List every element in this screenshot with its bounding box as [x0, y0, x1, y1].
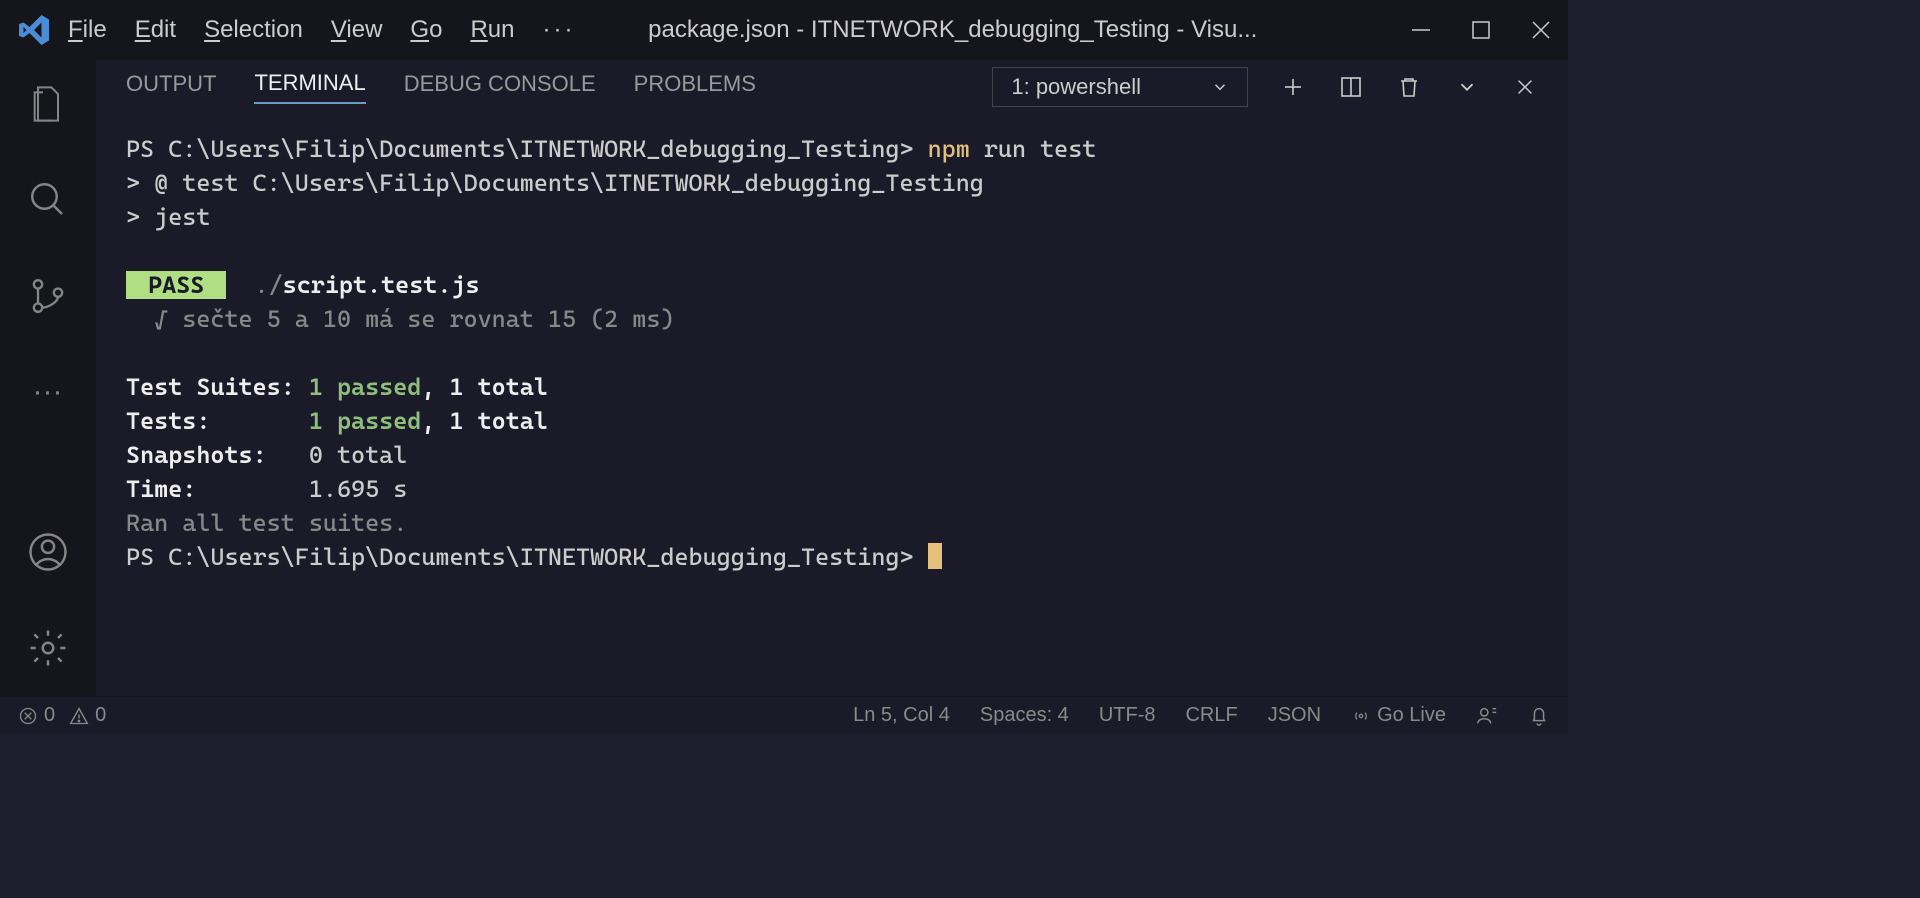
close-panel-button[interactable] — [1512, 74, 1538, 100]
more-views-icon[interactable]: ··· — [24, 368, 72, 416]
cursor-position[interactable]: Ln 5, Col 4 — [853, 704, 950, 727]
panel: OUTPUT TERMINAL DEBUG CONSOLE PROBLEMS 1… — [96, 60, 1568, 696]
file-prefix: ./ — [226, 271, 282, 299]
panel-controls: 1: powershell — [992, 67, 1538, 107]
close-button[interactable] — [1530, 19, 1552, 41]
errors-item[interactable]: 0 — [18, 704, 55, 727]
pass-badge: PASS — [126, 271, 226, 299]
warnings-count: 0 — [95, 704, 106, 727]
source-control-icon[interactable] — [24, 272, 72, 320]
tab-problems[interactable]: PROBLEMS — [634, 71, 756, 103]
prompt: PS C:\Users\Filip\Documents\ITNETWORK_de… — [126, 135, 928, 163]
tests-passed: 1 passed — [309, 407, 422, 435]
panel-tabs: OUTPUT TERMINAL DEBUG CONSOLE PROBLEMS 1… — [96, 60, 1568, 114]
suites-passed: 1 passed — [309, 373, 422, 401]
menu-file[interactable]: File — [68, 16, 107, 44]
language-mode[interactable]: JSON — [1268, 704, 1321, 727]
vscode-logo-icon — [16, 12, 52, 48]
eol[interactable]: CRLF — [1185, 704, 1237, 727]
ran-line: Ran all test suites. — [126, 506, 1538, 540]
output-line: > @ test C:\Users\Filip\Documents\ITNETW… — [126, 166, 1538, 200]
new-terminal-button[interactable] — [1280, 74, 1306, 100]
tests-total: , 1 total — [421, 407, 548, 435]
prompt: PS C:\Users\Filip\Documents\ITNETWORK_de… — [126, 543, 928, 571]
minimize-button[interactable] — [1410, 19, 1432, 41]
notifications-bell-icon[interactable] — [1528, 705, 1550, 727]
kill-terminal-button[interactable] — [1396, 74, 1422, 100]
cursor — [928, 543, 942, 569]
menu-selection[interactable]: Selection — [204, 16, 303, 44]
menu-edit[interactable]: Edit — [135, 16, 176, 44]
terminal-name: 1: powershell — [1011, 74, 1141, 100]
menu-view[interactable]: View — [331, 16, 383, 44]
split-terminal-button[interactable] — [1338, 74, 1364, 100]
snapshots-label: Snapshots: — [126, 441, 309, 469]
tab-terminal[interactable]: TERMINAL — [254, 70, 365, 104]
test-file: script.test.js — [283, 271, 480, 299]
chevron-down-icon — [1211, 78, 1229, 96]
status-bar: 0 0 Ln 5, Col 4 Spaces: 4 UTF-8 CRLF JSO… — [0, 696, 1568, 734]
titlebar: File Edit Selection View Go Run ··· pack… — [0, 0, 1568, 60]
settings-gear-icon[interactable] — [24, 624, 72, 672]
suites-total: , 1 total — [421, 373, 548, 401]
cmd-npm: npm — [928, 135, 970, 163]
test-result-line: √ sečte 5 a 10 má se rovnat 15 (2 ms) — [126, 302, 1538, 336]
tab-debug-console[interactable]: DEBUG CONSOLE — [404, 71, 596, 103]
menu-go[interactable]: Go — [410, 16, 442, 44]
feedback-icon[interactable] — [1476, 705, 1498, 727]
terminal-body[interactable]: PS C:\Users\Filip\Documents\ITNETWORK_de… — [96, 114, 1568, 696]
suites-label: Test Suites: — [126, 373, 309, 401]
cmd-args: run test — [970, 135, 1097, 163]
activity-bar: ··· — [0, 60, 96, 696]
main-area: ··· OUTPUT TERMINAL DEBUG CONSOLE PROBLE… — [0, 60, 1568, 696]
search-icon[interactable] — [24, 176, 72, 224]
error-circle-icon — [18, 706, 38, 726]
explorer-icon[interactable] — [24, 80, 72, 128]
maximize-panel-button[interactable] — [1454, 74, 1480, 100]
encoding[interactable]: UTF-8 — [1099, 704, 1156, 727]
status-left: 0 0 — [18, 704, 106, 727]
indentation[interactable]: Spaces: 4 — [980, 704, 1069, 727]
window-title: package.json - ITNETWORK_debugging_Testi… — [495, 16, 1410, 44]
status-right: Ln 5, Col 4 Spaces: 4 UTF-8 CRLF JSON Go… — [853, 704, 1550, 727]
snapshots-val: 0 total — [309, 441, 407, 469]
warning-triangle-icon — [69, 706, 89, 726]
broadcast-icon — [1351, 706, 1371, 726]
tests-label: Tests: — [126, 407, 309, 435]
accounts-icon[interactable] — [24, 528, 72, 576]
time-label: Time: — [126, 475, 309, 503]
go-live[interactable]: Go Live — [1351, 704, 1446, 727]
terminal-selector[interactable]: 1: powershell — [992, 67, 1248, 107]
errors-count: 0 — [44, 704, 55, 727]
warnings-item[interactable]: 0 — [69, 704, 106, 727]
go-live-label: Go Live — [1377, 704, 1446, 727]
maximize-button[interactable] — [1470, 19, 1492, 41]
window-controls — [1410, 19, 1552, 41]
tab-output[interactable]: OUTPUT — [126, 71, 216, 103]
output-line: > jest — [126, 200, 1538, 234]
time-val: 1.695 s — [309, 475, 407, 503]
